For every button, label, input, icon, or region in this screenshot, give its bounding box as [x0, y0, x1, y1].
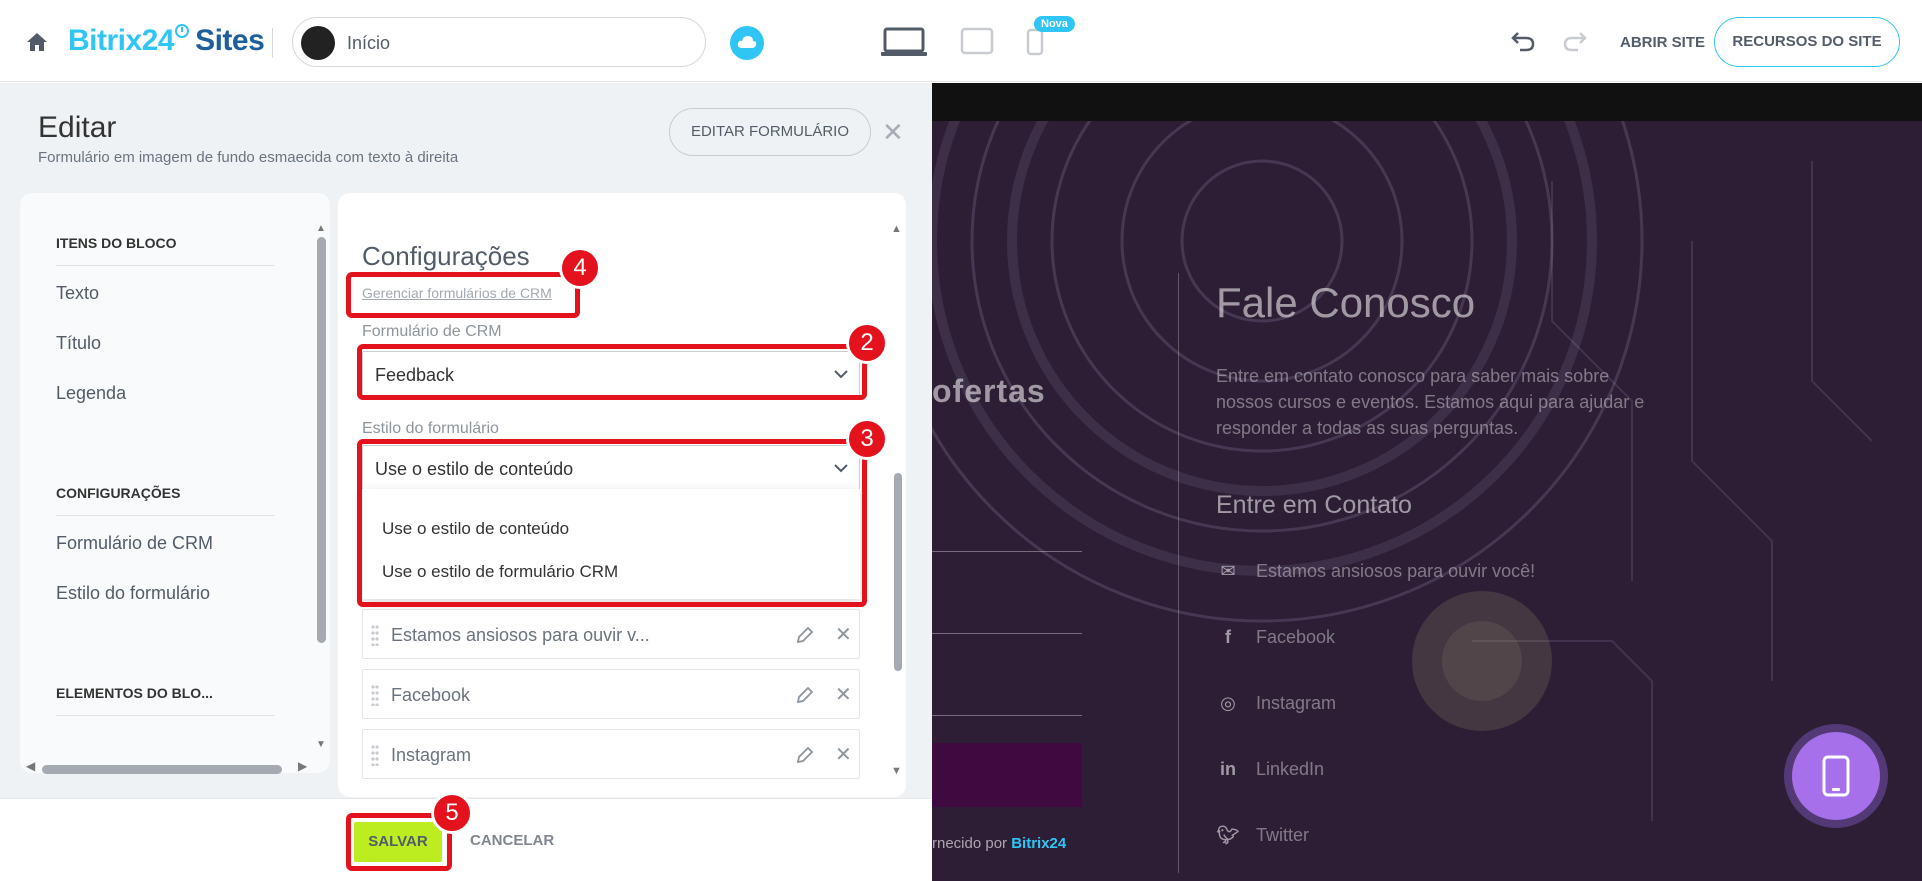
divider [1178, 273, 1179, 873]
pencil-icon[interactable] [795, 625, 815, 645]
home-icon[interactable] [24, 30, 50, 54]
contact-instagram[interactable]: ◎ Instagram [1216, 693, 1336, 714]
scroll-right-arrow[interactable]: ▶ [298, 759, 307, 773]
cloud-icon[interactable] [730, 26, 764, 60]
linkedin-icon: in [1220, 759, 1236, 779]
scroll-left-arrow[interactable]: ◀ [26, 759, 35, 773]
contact-linkedin[interactable]: in LinkedIn [1216, 759, 1324, 780]
preview-text: Entre em contato conosco para saber mais… [1216, 366, 1645, 438]
divider [56, 715, 274, 716]
instagram-icon: ◎ [1220, 693, 1236, 713]
block-navigation: ITENS DO BLOCO Texto Título Legenda CONF… [20, 193, 330, 774]
form-field-line [932, 551, 1082, 552]
crm-form-label: Formulário de CRM [362, 323, 502, 340]
contact-twitter[interactable]: 🐦︎ Twitter [1216, 825, 1309, 846]
nav-item-crm-form[interactable]: Formulário de CRM [56, 533, 213, 554]
site-resources-button[interactable]: RECURSOS DO SITE [1714, 17, 1900, 67]
remove-icon[interactable]: ✕ [835, 742, 852, 767]
pencil-icon[interactable] [795, 685, 815, 705]
editor-title: Editar [38, 111, 117, 144]
vertical-scrollbar[interactable] [317, 237, 326, 643]
new-badge: Nova [1034, 16, 1075, 32]
brand-logo[interactable]: Bitrix24 Sites [68, 24, 265, 58]
annotation-badge: 5 [431, 792, 473, 834]
phone-icon[interactable] [1026, 28, 1044, 56]
phone-icon [1822, 755, 1850, 797]
preview-subheading: Entre em Contato [1216, 491, 1412, 519]
list-item-label: Estamos ansiosos para ouvir v... [391, 625, 650, 645]
drag-handle-icon[interactable] [371, 684, 379, 706]
nav-item-text[interactable]: Texto [56, 283, 99, 304]
preview-heading: Fale Conosco [1216, 279, 1476, 326]
contact-facebook[interactable]: f Facebook [1216, 627, 1335, 648]
form-submit-button[interactable] [932, 743, 1082, 807]
preview-left-heading: ofertas [932, 373, 1046, 409]
scroll-down-arrow[interactable]: ▼ [891, 765, 902, 777]
top-bar: Bitrix24 Sites Início Nova ABRIR SITE REC… [0, 0, 1922, 82]
divider [272, 28, 273, 58]
redo-icon[interactable] [1562, 30, 1588, 52]
annotation-highlight [346, 272, 580, 318]
mobile-preview-circle [1792, 732, 1880, 820]
settings-title: Configurações [362, 241, 530, 271]
laptop-icon[interactable] [880, 27, 928, 57]
annotation-badge: 4 [559, 247, 601, 289]
list-item-label: Instagram [391, 745, 472, 765]
page-thumbnail [301, 26, 335, 60]
nav-section-heading: CONFIGURAÇÕES [56, 485, 181, 501]
annotation-highlight [357, 439, 867, 607]
powered-by: rnecido por Bitrix24 [932, 835, 1067, 852]
twitter-icon: 🐦︎ [1216, 825, 1240, 845]
editor-subtitle: Formulário em imagem de fundo esmaecida … [38, 149, 459, 166]
divider [56, 515, 274, 516]
horizontal-scrollbar[interactable] [42, 765, 282, 774]
annotation-highlight [357, 344, 867, 400]
vertical-scrollbar[interactable] [894, 473, 902, 671]
mobile-preview-button[interactable] [1784, 724, 1888, 828]
open-site-link[interactable]: ABRIR SITE [1620, 34, 1705, 51]
scroll-up-arrow[interactable]: ▲ [316, 223, 326, 234]
cancel-button[interactable]: CANCELAR [470, 832, 554, 849]
pencil-icon[interactable] [795, 745, 815, 765]
form-style-label: Estilo do formulário [362, 420, 499, 437]
page-selector[interactable]: Início [292, 17, 706, 67]
facebook-icon: f [1225, 627, 1231, 647]
nav-section-heading: ELEMENTOS DO BLO... [56, 685, 213, 701]
mail-icon: ✉ [1220, 561, 1236, 581]
form-field-line [932, 633, 1082, 634]
form-field-line [932, 715, 1082, 716]
drag-handle-icon[interactable] [371, 744, 379, 766]
undo-icon[interactable] [1510, 30, 1536, 52]
nav-item-caption[interactable]: Legenda [56, 383, 126, 404]
nav-section-heading: ITENS DO BLOCO [56, 235, 177, 251]
contact-email[interactable]: ✉ Estamos ansiosos para ouvir você! [1216, 561, 1535, 582]
drag-handle-icon[interactable] [371, 624, 379, 646]
list-item-label: Facebook [391, 685, 471, 705]
preview-top-strip [932, 83, 1922, 121]
clock-icon [175, 24, 190, 38]
remove-icon[interactable]: ✕ [835, 622, 852, 647]
page-selector-label: Início [347, 33, 391, 53]
annotation-badge: 2 [846, 322, 888, 364]
scroll-down-arrow[interactable]: ▼ [316, 739, 326, 750]
remove-icon[interactable]: ✕ [835, 682, 852, 707]
close-icon[interactable]: ✕ [882, 119, 904, 145]
annotation-badge: 3 [846, 418, 888, 460]
tablet-icon[interactable] [960, 27, 994, 55]
divider [56, 265, 274, 266]
nav-item-form-style[interactable]: Estilo do formulário [56, 583, 210, 604]
list-item[interactable]: Instagram ✕ [362, 729, 860, 779]
list-item[interactable]: Estamos ansiosos para ouvir v... ✕ [362, 609, 860, 659]
list-item[interactable]: Facebook ✕ [362, 669, 860, 719]
nav-item-title[interactable]: Título [56, 333, 101, 354]
edit-form-button[interactable]: EDITAR FORMULÁRIO [669, 108, 871, 156]
site-preview: ofertas rnecido por Bitrix24 Fale Conosc… [932, 83, 1922, 881]
scroll-up-arrow[interactable]: ▲ [891, 223, 902, 235]
